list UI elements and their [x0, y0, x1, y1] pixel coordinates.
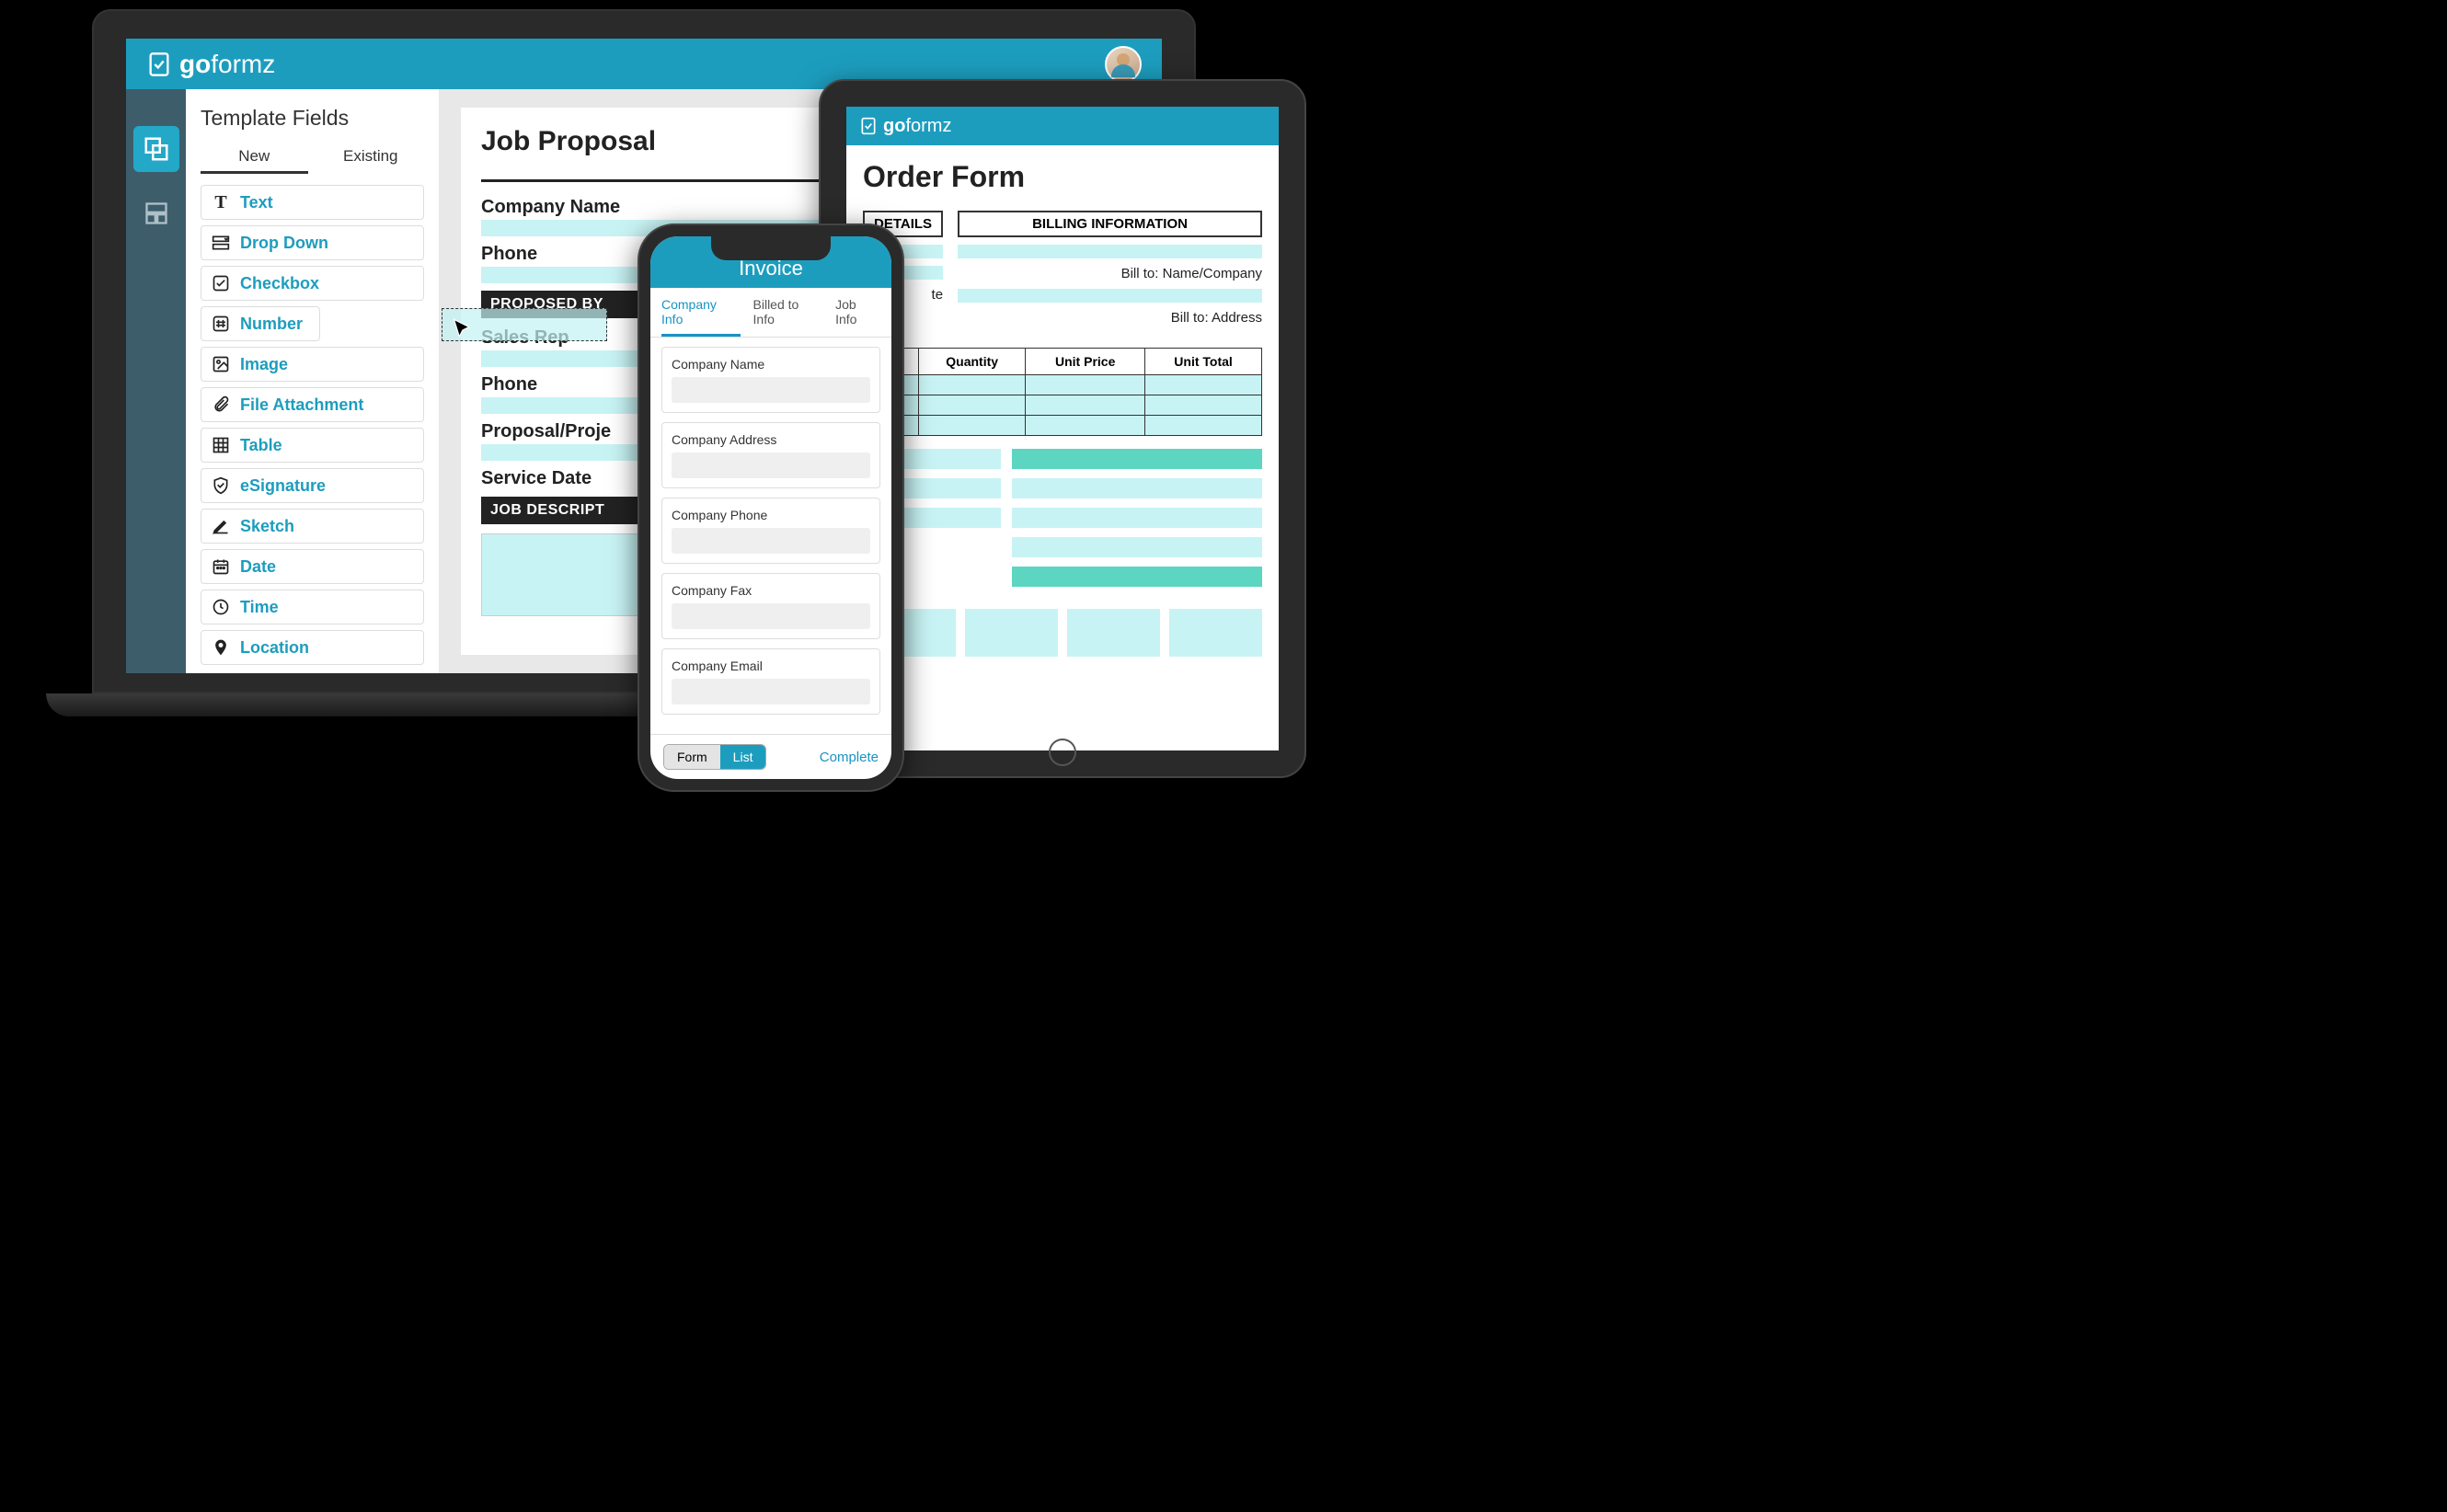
field-image[interactable]: Image — [201, 347, 424, 382]
checkbox-icon — [211, 273, 231, 293]
tab-billed-to-info[interactable]: Billed to Info — [753, 297, 823, 337]
company-fax-input[interactable] — [672, 603, 870, 629]
tab-job-info[interactable]: Job Info — [835, 297, 880, 337]
dropdown-icon — [211, 233, 231, 253]
tab-existing[interactable]: Existing — [317, 142, 425, 174]
table-icon — [211, 435, 231, 455]
number-icon — [211, 314, 231, 334]
field-number[interactable]: Number — [201, 306, 320, 341]
field-group: Company Fax — [661, 573, 880, 639]
tab-new[interactable]: New — [201, 142, 308, 174]
user-avatar[interactable] — [1105, 46, 1142, 83]
table-cell[interactable] — [919, 395, 1026, 416]
clipboard-check-icon — [859, 117, 878, 135]
order-form-title: Order Form — [863, 160, 1262, 194]
rail-layout-button[interactable] — [133, 190, 179, 236]
left-rail — [126, 89, 186, 673]
company-address-input[interactable] — [672, 452, 870, 478]
thumbnail[interactable] — [965, 609, 1058, 657]
form-label: Bill to: Address — [958, 310, 1262, 326]
rail-fields-button[interactable] — [133, 126, 179, 172]
table-cell[interactable] — [919, 416, 1026, 436]
field-label: Company Address — [672, 432, 870, 447]
field-location[interactable]: Location — [201, 630, 424, 665]
form-field[interactable] — [958, 245, 1262, 258]
pencil-icon — [211, 516, 231, 536]
field-dropdown[interactable]: Drop Down — [201, 225, 424, 260]
order-items-table: tion Quantity Unit Price Unit Total — [863, 348, 1262, 436]
field-group: Company Phone — [661, 498, 880, 564]
paperclip-icon — [211, 395, 231, 415]
field-text[interactable]: T Text — [201, 185, 424, 220]
col-header: Quantity — [919, 349, 1026, 375]
field-label: Company Name — [672, 357, 870, 372]
table-cell[interactable] — [1026, 375, 1145, 395]
form-field[interactable] — [1012, 449, 1262, 469]
field-date[interactable]: Date — [201, 549, 424, 584]
company-phone-input[interactable] — [672, 528, 870, 554]
field-label: Company Phone — [672, 508, 870, 522]
location-pin-icon — [211, 637, 231, 658]
table-cell[interactable] — [1145, 416, 1262, 436]
col-header: Unit Total — [1145, 349, 1262, 375]
field-checkbox[interactable]: Checkbox — [201, 266, 424, 301]
calendar-icon — [211, 556, 231, 577]
form-view-button[interactable]: Form — [664, 745, 720, 769]
thumbnail[interactable] — [1169, 609, 1262, 657]
layout-icon — [144, 200, 169, 226]
field-label: Company Fax — [672, 583, 870, 598]
form-field[interactable] — [1012, 567, 1262, 587]
image-icon — [211, 354, 231, 374]
phone-tabs: Company Info Billed to Info Job Info — [650, 288, 891, 338]
tablet-topbar: goformz — [846, 107, 1279, 145]
panel-title: Template Fields — [201, 106, 424, 131]
section-header-billing: BILLING INFORMATION — [958, 211, 1262, 237]
field-file-attachment[interactable]: File Attachment — [201, 387, 424, 422]
table-cell[interactable] — [1026, 395, 1145, 416]
overlap-squares-icon — [143, 135, 170, 163]
thumbnail[interactable] — [1067, 609, 1160, 657]
shield-check-icon — [211, 475, 231, 496]
field-group: Company Name — [661, 347, 880, 413]
field-esignature[interactable]: eSignature — [201, 468, 424, 503]
field-group: Company Email — [661, 648, 880, 715]
company-name-input[interactable] — [672, 377, 870, 403]
col-header: Unit Price — [1026, 349, 1145, 375]
tab-company-info[interactable]: Company Info — [661, 297, 741, 337]
form-field[interactable] — [1012, 537, 1262, 557]
field-label: Company Email — [672, 659, 870, 673]
cursor-icon — [451, 317, 477, 343]
table-cell[interactable] — [919, 375, 1026, 395]
table-cell[interactable] — [1145, 375, 1262, 395]
text-icon: T — [211, 192, 231, 212]
view-toggle: Form List — [663, 744, 766, 770]
field-time[interactable]: Time — [201, 590, 424, 624]
complete-button[interactable]: Complete — [820, 750, 879, 765]
field-sketch[interactable]: Sketch — [201, 509, 424, 544]
company-email-input[interactable] — [672, 679, 870, 704]
clock-icon — [211, 597, 231, 617]
table-cell[interactable] — [1145, 395, 1262, 416]
list-view-button[interactable]: List — [720, 745, 766, 769]
field-group: Company Address — [661, 422, 880, 488]
form-field[interactable] — [1012, 478, 1262, 498]
brand-logo: goformz — [146, 50, 275, 79]
field-table[interactable]: Table — [201, 428, 424, 463]
tablet-home-button[interactable] — [1049, 739, 1076, 766]
template-fields-panel: Template Fields New Existing T Text — [186, 89, 439, 673]
clipboard-check-icon — [146, 52, 172, 77]
form-field[interactable] — [1012, 508, 1262, 528]
table-cell[interactable] — [1026, 416, 1145, 436]
form-field[interactable] — [958, 289, 1262, 303]
form-label: Bill to: Name/Company — [958, 266, 1262, 281]
phone-device: Invoice Company Info Billed to Info Job … — [638, 223, 904, 792]
